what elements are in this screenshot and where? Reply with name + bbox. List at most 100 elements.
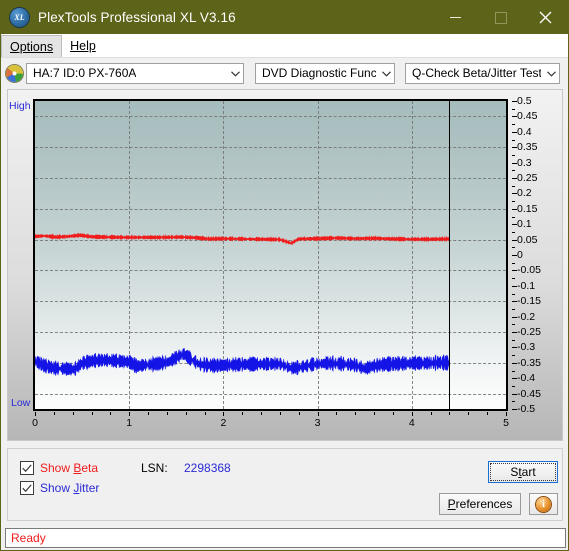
- start-button[interactable]: Start: [488, 461, 558, 483]
- x-tick-minor: [468, 412, 470, 415]
- toolbar: HA:7 ID:0 PX-760A DVD Diagnostic Functio…: [1, 58, 568, 86]
- minimize-icon: [450, 16, 461, 19]
- x-tick: [223, 412, 225, 416]
- x-tick: [317, 412, 319, 416]
- x-tick-minor: [355, 412, 357, 415]
- x-tick-label: 3: [314, 417, 321, 429]
- x-tick-minor: [204, 412, 206, 415]
- menu-item-help[interactable]: Help: [62, 34, 104, 57]
- y-tick-label: 0.5: [517, 95, 532, 107]
- info-button[interactable]: i: [529, 493, 558, 515]
- x-tick-label: 4: [408, 417, 415, 429]
- x-tick-minor: [449, 412, 451, 415]
- check-icon: [22, 464, 32, 472]
- test-select-value: Q-Check Beta/Jitter Test: [412, 66, 541, 80]
- y-tick-label: -0.2: [517, 310, 536, 323]
- y-tick-label: 0.1: [517, 218, 532, 231]
- drive-select[interactable]: HA:7 ID:0 PX-760A: [26, 62, 244, 84]
- y-tick-minor: [512, 170, 515, 172]
- y-tick-minor: [512, 370, 515, 372]
- series-jitter: [35, 348, 450, 376]
- application-window: XL PlexTools Professional XL V3.16 Optio…: [0, 0, 569, 551]
- y-tick-minor: [512, 247, 515, 249]
- menu-options-label: Options: [10, 39, 54, 54]
- series-beta: [35, 232, 450, 246]
- y-axis-labels: 0.5 0.45 0.4 0.35 0.3 0.25 0.2 0.15 0.1 0.05 0 -0.0…: [512, 90, 562, 420]
- check-icon: [22, 484, 32, 492]
- x-tick-minor: [336, 412, 338, 415]
- y-tick-label: -0.25: [517, 326, 541, 338]
- x-tick-minor: [430, 412, 432, 415]
- menu-help-label: Help: [70, 38, 96, 53]
- preferences-button[interactable]: Preferences: [439, 493, 521, 515]
- y-tick-minor: [512, 385, 515, 387]
- minimize-button[interactable]: [433, 1, 478, 34]
- y-tick-minor: [512, 216, 515, 218]
- chevron-down-icon: [231, 71, 240, 77]
- start-button-label: Start: [510, 465, 536, 479]
- data-traces: [35, 232, 450, 376]
- show-beta-label: Show Beta: [40, 461, 99, 475]
- y-tick-label: -0.4: [517, 372, 536, 385]
- y-tick-label: 0.35: [517, 141, 538, 154]
- preferences-button-label: Preferences: [447, 497, 513, 511]
- x-tick-minor: [261, 412, 263, 415]
- x-tick-minor: [392, 412, 394, 415]
- y-tick-minor: [512, 262, 515, 264]
- x-tick-minor: [279, 412, 281, 415]
- x-tick: [129, 412, 131, 416]
- menu-bar: Options Help: [1, 34, 568, 58]
- show-jitter-row: Show Jitter: [20, 481, 99, 495]
- y-tick-minor: [512, 108, 515, 110]
- y-tick-minor: [512, 293, 515, 295]
- x-tick-minor: [91, 412, 93, 415]
- x-axis-labels: 0 1 2 3 4 5: [32, 412, 509, 434]
- test-select[interactable]: Q-Check Beta/Jitter Test: [405, 62, 560, 84]
- y-tick-minor: [512, 339, 515, 341]
- x-tick-minor: [166, 412, 168, 415]
- y-tick-label: -0.5: [517, 403, 536, 415]
- disc-icon: [6, 64, 23, 82]
- drive-select-value: HA:7 ID:0 PX-760A: [33, 66, 137, 80]
- checkbox-box: [20, 461, 34, 475]
- x-tick-minor: [53, 412, 55, 415]
- x-tick-minor: [487, 412, 489, 415]
- x-tick: [506, 412, 507, 416]
- axis-label-high: High: [9, 100, 31, 112]
- y-tick-minor: [512, 185, 515, 187]
- x-tick-minor: [298, 412, 300, 415]
- checkbox-box: [20, 481, 34, 495]
- y-tick-label: 0.45: [517, 110, 538, 123]
- x-tick: [35, 412, 36, 416]
- x-tick: [411, 412, 413, 416]
- y-tick-label: 0.05: [517, 233, 538, 246]
- y-tick-minor: [512, 154, 515, 156]
- x-tick-minor: [374, 412, 376, 415]
- lsn-value: 2298368: [184, 461, 231, 475]
- x-tick-label: 1: [126, 417, 133, 429]
- y-tick-label: -0.15: [517, 295, 541, 308]
- maximize-button[interactable]: [478, 1, 523, 34]
- control-panel: Show Beta Show Jitter LSN: 2298368 Start…: [7, 448, 563, 521]
- function-select-value: DVD Diagnostic Functions: [262, 66, 376, 80]
- maximize-icon: [494, 11, 507, 24]
- show-beta-checkbox[interactable]: Show Beta: [20, 461, 98, 475]
- y-tick-minor: [512, 355, 515, 357]
- y-tick-minor: [512, 308, 515, 310]
- close-button[interactable]: [523, 1, 568, 34]
- y-tick-label: -0.05: [517, 264, 541, 277]
- y-tick-label: 0.15: [517, 202, 538, 215]
- show-jitter-checkbox[interactable]: Show Jitter: [20, 481, 99, 495]
- menu-item-options[interactable]: Options: [1, 35, 63, 57]
- x-tick-minor: [185, 412, 187, 415]
- function-select[interactable]: DVD Diagnostic Functions: [255, 62, 395, 84]
- window-title: PlexTools Professional XL V3.16: [38, 10, 236, 25]
- chart-panel: High Low 0.5 0.45 0.4 0.35 0.3 0.25 0.2 0.15 0.1…: [7, 89, 563, 441]
- status-bar: Ready: [5, 528, 566, 548]
- y-tick-minor: [512, 231, 515, 233]
- y-tick-label: -0.35: [517, 356, 541, 369]
- cursor-line[interactable]: [449, 101, 451, 409]
- y-tick-minor: [512, 401, 515, 403]
- y-tick-minor: [512, 139, 515, 141]
- x-tick-minor: [242, 412, 244, 415]
